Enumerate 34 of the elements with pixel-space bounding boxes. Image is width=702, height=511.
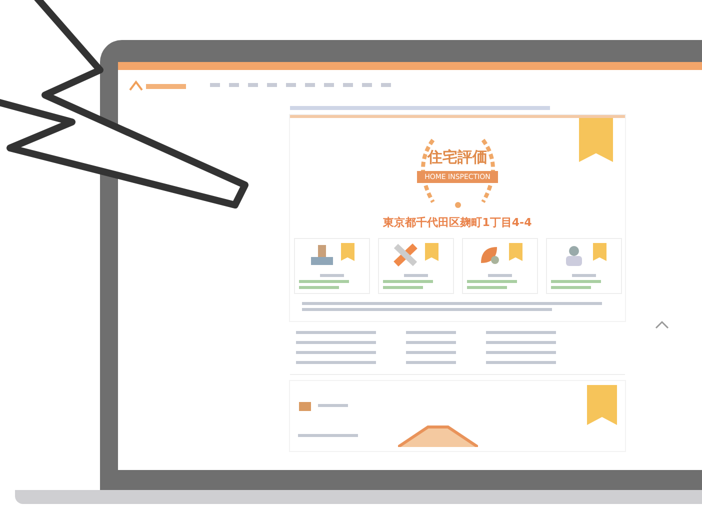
- blurred-text: [382, 286, 422, 289]
- blurred-text: [572, 274, 596, 277]
- bookmark-ribbon-icon: [424, 243, 438, 261]
- blurred-text: [466, 286, 506, 289]
- blurred-text: [298, 434, 358, 437]
- blurred-text: [406, 361, 456, 364]
- address-heading: 東京都千代田区麹町1丁目4-4: [383, 215, 532, 230]
- blurred-text: [298, 280, 348, 283]
- blurred-text: [382, 280, 432, 283]
- blurred-text: [318, 404, 348, 406]
- chevron-up-icon[interactable]: [654, 320, 670, 330]
- bookmark-ribbon-icon: [508, 243, 522, 261]
- foundation-icon: [308, 243, 334, 267]
- house-roof-icon: [398, 425, 478, 447]
- blurred-text: [406, 331, 456, 334]
- blurred-text: [320, 274, 344, 277]
- blurred-text: [486, 341, 556, 344]
- blurred-text: [550, 286, 590, 289]
- bookmark-ribbon-icon: [340, 243, 354, 261]
- building-icon: [298, 399, 312, 411]
- blurred-text: [486, 331, 556, 334]
- blurred-text: [486, 361, 556, 364]
- bookmark-ribbon-icon: [587, 385, 617, 425]
- blurred-text: [466, 280, 516, 283]
- blurred-text: [298, 286, 338, 289]
- emblem-title: 住宅評価: [428, 148, 488, 167]
- blurred-text: [486, 351, 556, 354]
- blurred-text: [404, 274, 428, 277]
- bookmark-ribbon-icon: [579, 118, 613, 162]
- blurred-text: [406, 351, 456, 354]
- bookmark-ribbon-icon: [592, 243, 606, 261]
- blurred-text: [406, 341, 456, 344]
- blurred-text: [550, 280, 600, 283]
- blurred-text: [488, 274, 512, 277]
